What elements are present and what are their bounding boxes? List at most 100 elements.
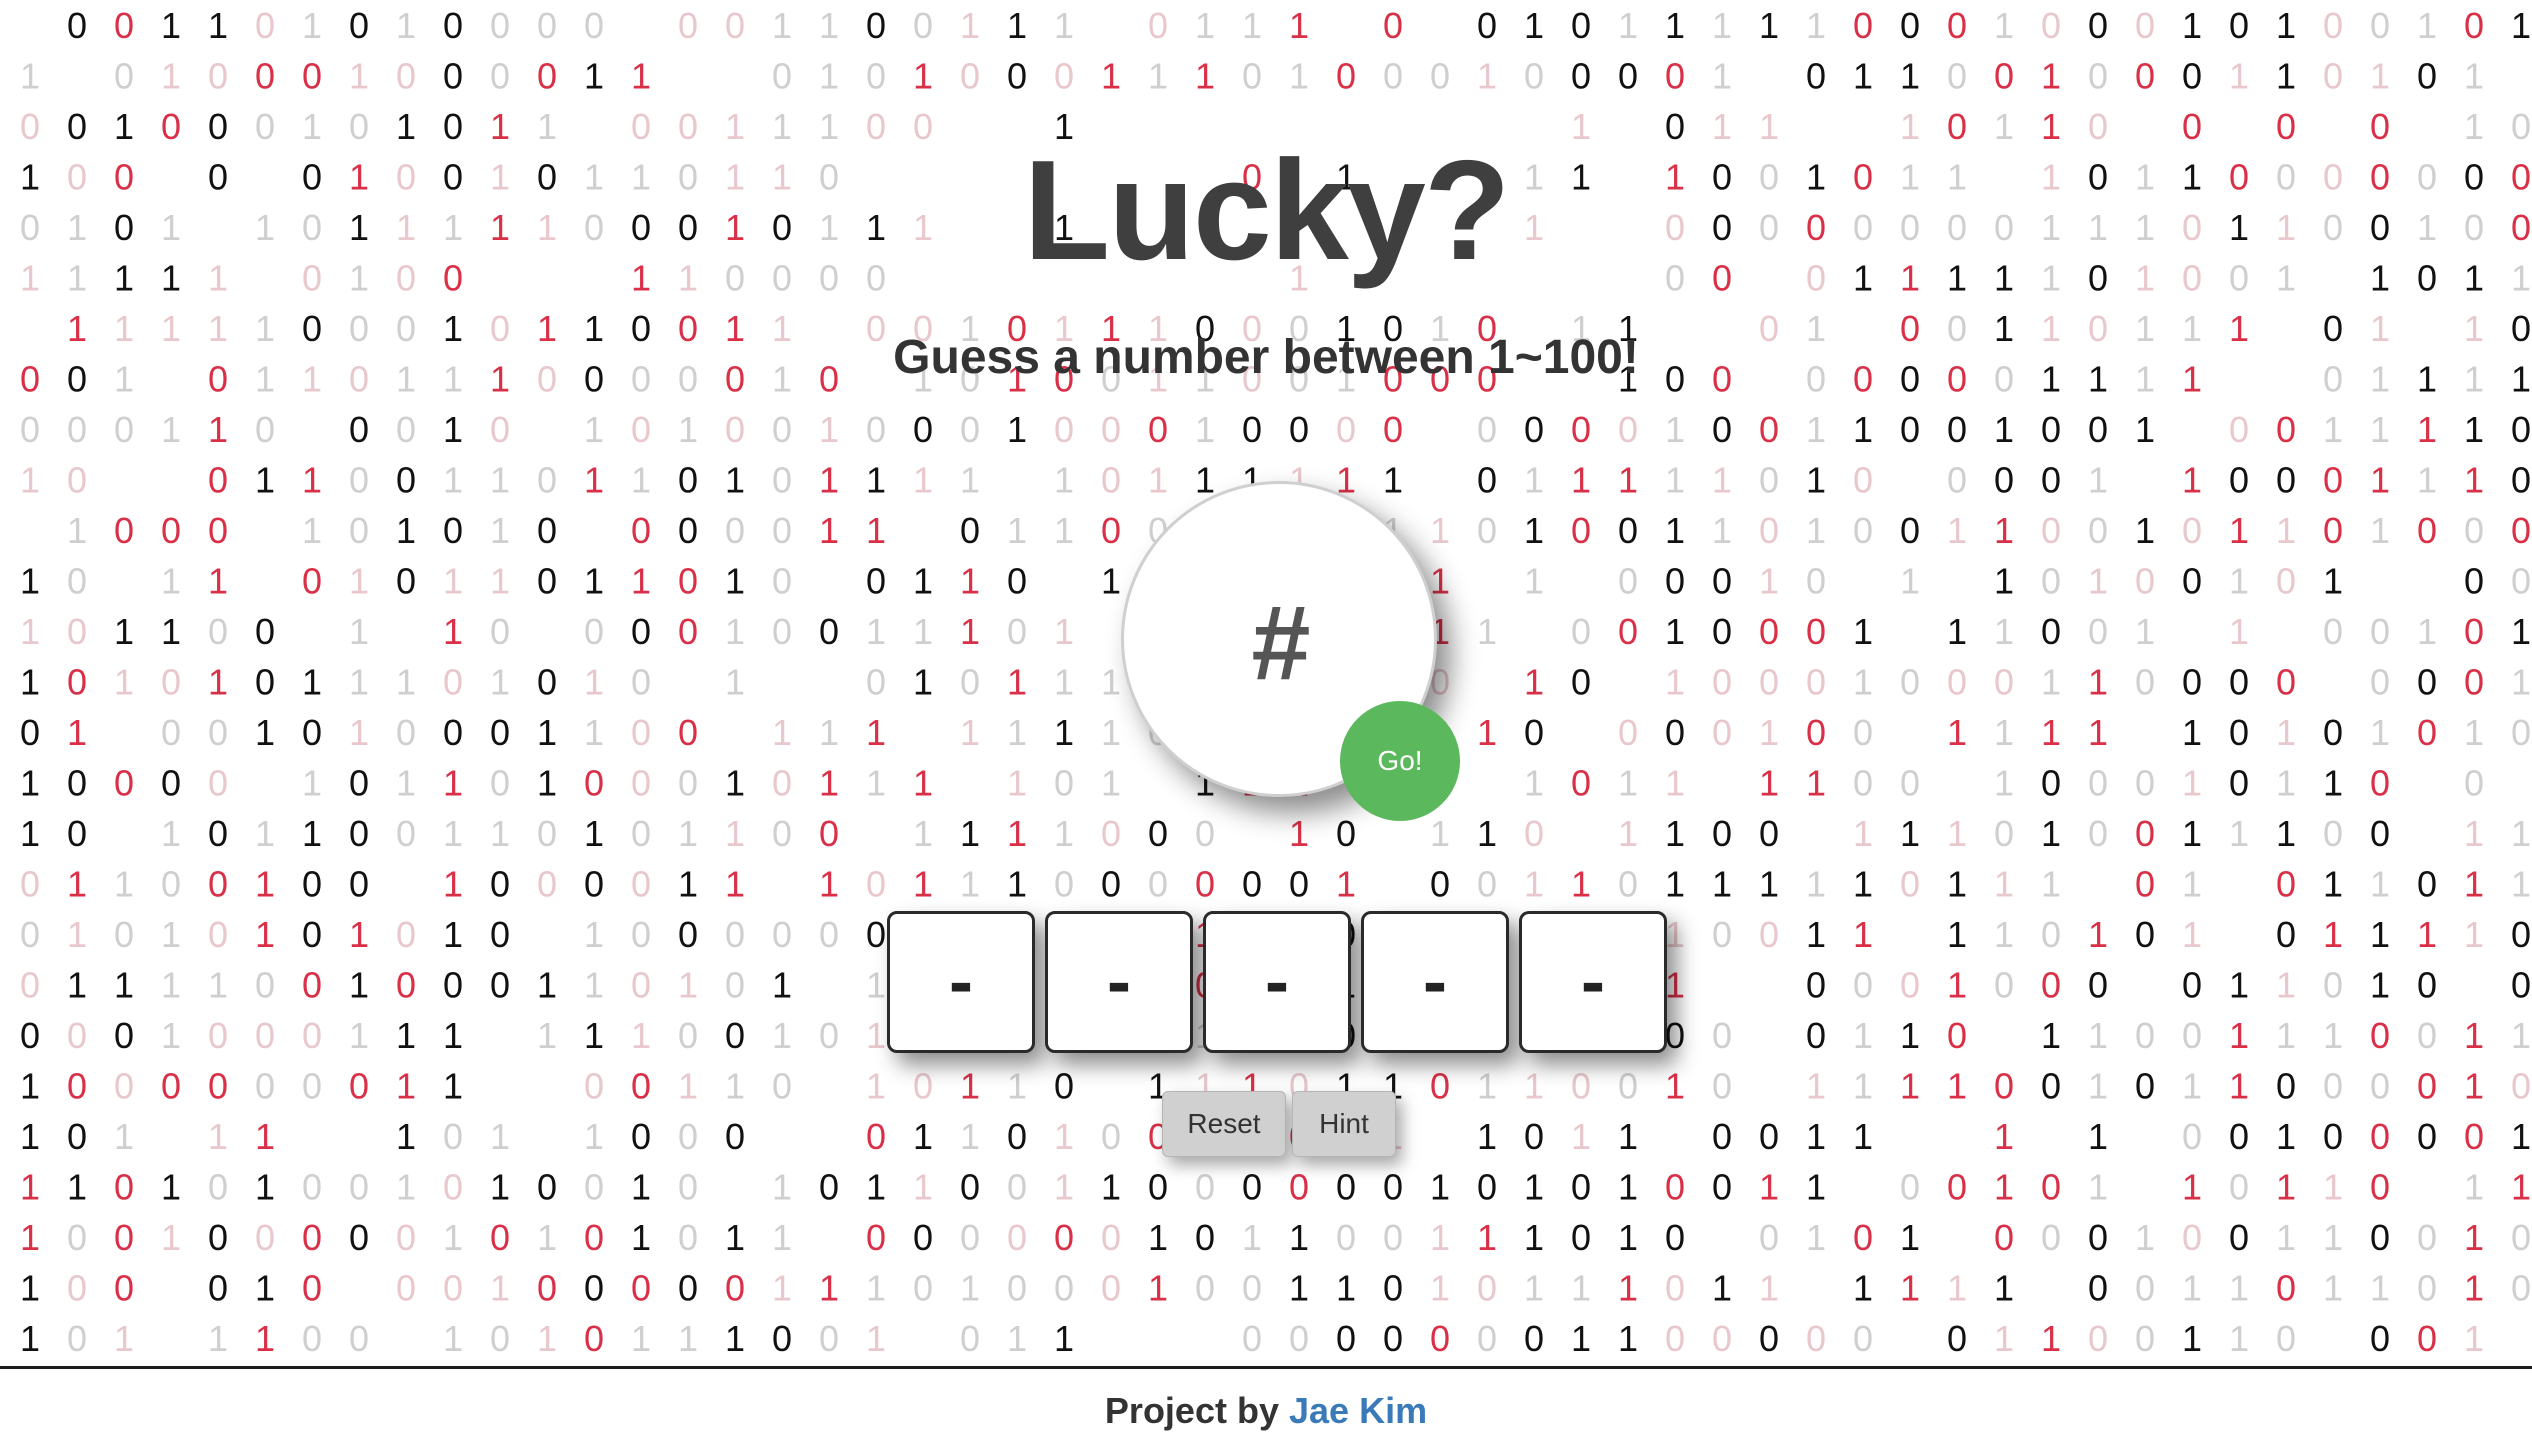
binary-digit: 1 xyxy=(1665,965,1685,1006)
binary-digit: 1 xyxy=(161,1167,181,1208)
go-button[interactable]: Go! xyxy=(1340,701,1460,821)
binary-digit: 1 xyxy=(1524,561,1544,602)
binary-digit: 1 xyxy=(2323,914,2343,955)
binary-digit: 1 xyxy=(2276,56,2296,97)
binary-digit: 0 xyxy=(1007,1217,1027,1258)
binary-digit: 1 xyxy=(1524,1066,1544,1107)
binary-digit: 1 xyxy=(208,409,228,450)
binary-digit: 0 xyxy=(631,1268,651,1309)
binary-digit: 1 xyxy=(161,813,181,854)
binary-digit: 1 xyxy=(349,1015,369,1056)
binary-digit: 1 xyxy=(349,561,369,602)
binary-digit: 0 xyxy=(114,1167,134,1208)
binary-digit: 1 xyxy=(2276,813,2296,854)
binary-digit: 0 xyxy=(1054,1217,1074,1258)
hint-button[interactable]: Hint xyxy=(1292,1091,1396,1157)
binary-digit: 0 xyxy=(866,1217,886,1258)
binary-digit: 0 xyxy=(2417,1066,2437,1107)
binary-digit: 1 xyxy=(20,1318,40,1359)
binary-digit: 1 xyxy=(1054,5,1074,46)
binary-digit: 1 xyxy=(1101,712,1121,753)
binary-digit: 1 xyxy=(772,1268,792,1309)
binary-digit: 0 xyxy=(1853,1217,1873,1258)
binary-digit: 1 xyxy=(443,1217,463,1258)
binary-digit: 1 xyxy=(2229,510,2249,551)
binary-digit: 0 xyxy=(2135,1268,2155,1309)
binary-digit: 1 xyxy=(1900,813,1920,854)
binary-digit: 0 xyxy=(67,409,87,450)
binary-digit: 1 xyxy=(584,561,604,602)
binary-digit: 0 xyxy=(208,510,228,551)
binary-digit: 0 xyxy=(2229,763,2249,804)
binary-digit: 0 xyxy=(1430,1318,1450,1359)
binary-digit: 0 xyxy=(208,763,228,804)
binary-digit: 1 xyxy=(2464,1217,2484,1258)
binary-digit: 1 xyxy=(67,864,87,905)
binary-digit: 1 xyxy=(255,460,275,501)
guess-input[interactable] xyxy=(1164,582,1398,704)
binary-digit: 1 xyxy=(20,56,40,97)
binary-digit: 1 xyxy=(1430,1217,1450,1258)
binary-digit: 1 xyxy=(819,409,839,450)
binary-digit: 0 xyxy=(2370,1015,2390,1056)
binary-digit: 0 xyxy=(349,409,369,450)
binary-digit: 1 xyxy=(2229,1268,2249,1309)
binary-digit: 1 xyxy=(2370,864,2390,905)
binary-digit: 0 xyxy=(537,864,557,905)
binary-digit: 0 xyxy=(772,56,792,97)
binary-digit: 0 xyxy=(349,510,369,551)
binary-digit: 0 xyxy=(2511,409,2531,450)
binary-digit: 0 xyxy=(1900,763,1920,804)
binary-digit: 0 xyxy=(678,460,698,501)
binary-digit: 0 xyxy=(490,5,510,46)
binary-digit: 1 xyxy=(1054,1318,1074,1359)
binary-digit: 1 xyxy=(1994,409,2014,450)
binary-digit: 0 xyxy=(1195,1217,1215,1258)
binary-digit: 1 xyxy=(2088,914,2108,955)
binary-digit: 0 xyxy=(2511,965,2531,1006)
binary-digit: 1 xyxy=(2135,1217,2155,1258)
binary-digit: 1 xyxy=(1947,712,1967,753)
binary-digit: 1 xyxy=(1101,1167,1121,1208)
binary-digit: 0 xyxy=(1054,1066,1074,1107)
binary-digit: 1 xyxy=(819,1268,839,1309)
binary-digit: 1 xyxy=(67,965,87,1006)
binary-digit: 0 xyxy=(2135,5,2155,46)
binary-digit: 1 xyxy=(1524,864,1544,905)
binary-digit: 1 xyxy=(255,1167,275,1208)
binary-digit: 0 xyxy=(67,611,87,652)
binary-digit: 0 xyxy=(2464,5,2484,46)
binary-digit: 1 xyxy=(1054,611,1074,652)
binary-digit: 0 xyxy=(1806,662,1826,703)
binary-digit: 1 xyxy=(1853,662,1873,703)
binary-digit: 0 xyxy=(2135,561,2155,602)
binary-digit: 0 xyxy=(913,1217,933,1258)
binary-digit: 0 xyxy=(1383,56,1403,97)
binary-digit: 0 xyxy=(1712,1167,1732,1208)
binary-digit: 0 xyxy=(1806,1318,1826,1359)
binary-digit: 0 xyxy=(819,813,839,854)
binary-digit: 1 xyxy=(2229,813,2249,854)
binary-digit: 0 xyxy=(772,510,792,551)
binary-digit: 0 xyxy=(490,1217,510,1258)
binary-digit: 1 xyxy=(913,763,933,804)
binary-digit: 1 xyxy=(772,1167,792,1208)
author-link[interactable]: Jae Kim xyxy=(1289,1390,1427,1431)
binary-digit: 0 xyxy=(1759,1318,1779,1359)
binary-digit: 0 xyxy=(208,1167,228,1208)
binary-digit: 0 xyxy=(1571,510,1591,551)
binary-digit: 0 xyxy=(2229,460,2249,501)
binary-digit: 1 xyxy=(913,864,933,905)
binary-digit: 0 xyxy=(1007,1268,1027,1309)
binary-digit: 1 xyxy=(1947,1268,1967,1309)
binary-digit: 1 xyxy=(584,965,604,1006)
reset-button[interactable]: Reset xyxy=(1162,1091,1286,1157)
binary-digit: 1 xyxy=(20,561,40,602)
binary-digit: 0 xyxy=(1947,460,1967,501)
binary-digit: 1 xyxy=(2276,965,2296,1006)
binary-digit: 0 xyxy=(2464,763,2484,804)
binary-digit: 0 xyxy=(490,611,510,652)
binary-digit: 0 xyxy=(1383,1217,1403,1258)
binary-digit: 1 xyxy=(396,510,416,551)
binary-digit: 1 xyxy=(1477,1116,1497,1157)
